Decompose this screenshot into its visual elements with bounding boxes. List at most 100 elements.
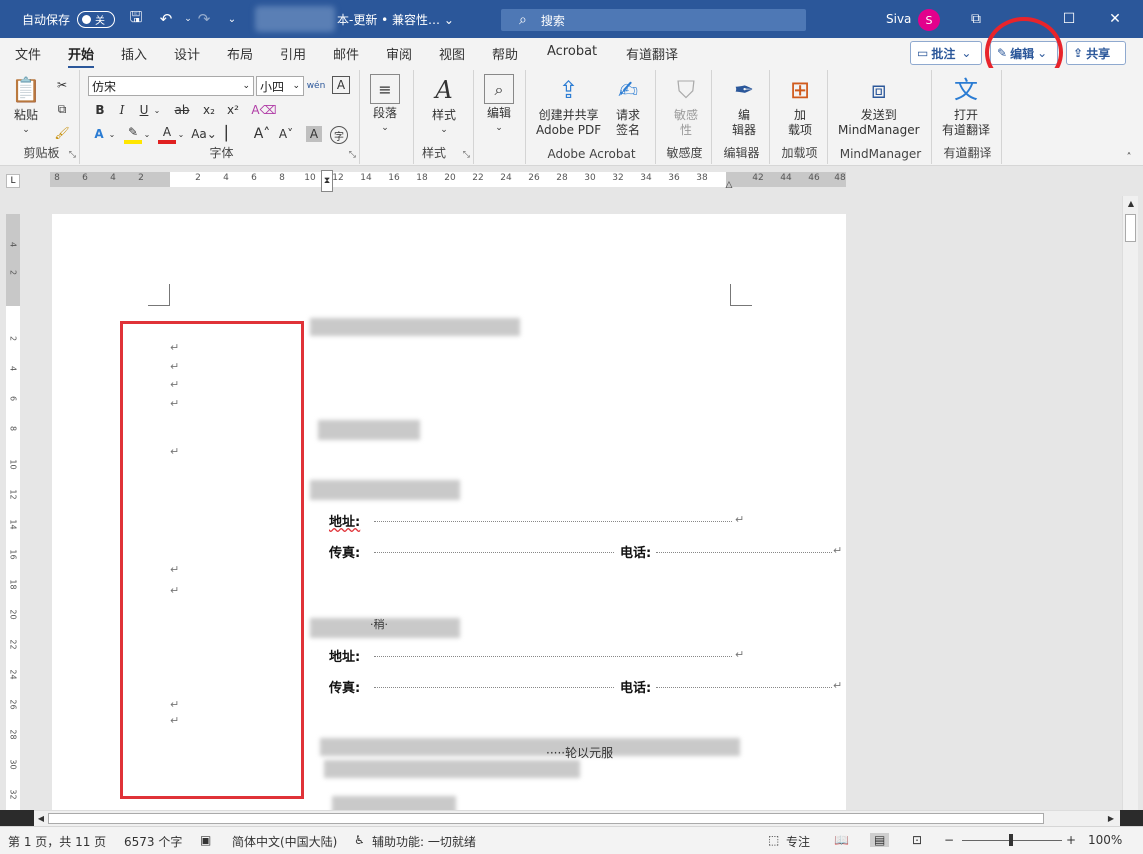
subscript-icon[interactable]: x₂ [200,100,218,120]
zoom-level[interactable]: 100% [1088,833,1122,847]
redo-icon[interactable]: ↷ [192,0,216,38]
tab-home[interactable]: 开始 [68,44,95,69]
language-indicator[interactable]: 简体中文(中国大陆) [232,833,337,850]
cut-icon[interactable]: ✂ [54,76,70,94]
focus-label[interactable]: 专注 [786,833,810,850]
text-effects-icon[interactable]: A [90,124,108,144]
horizontal-scrollbar[interactable]: ◀ ▶ [34,810,1120,826]
font-family-select[interactable]: 仿宋 ⌄ [88,76,254,96]
tab-help[interactable]: 帮助 [492,44,518,63]
horizontal-scroll-thumb[interactable] [48,813,1044,824]
comments-button[interactable]: ▭ 批注 ⌄ [910,41,982,65]
focus-icon[interactable]: ⬚ [768,833,779,847]
right-indent-marker-icon[interactable]: △ [724,180,734,190]
editing-mode-button[interactable]: ✎ 编辑 ⌄ [990,41,1058,65]
tab-mailings[interactable]: 邮件 [333,44,359,63]
zoom-out-icon[interactable]: − [944,833,954,847]
superscript-icon[interactable]: x² [224,100,242,120]
paste-button[interactable]: 📋 粘贴 ⌄ [10,74,42,138]
zoom-slider-knob[interactable] [1009,834,1013,846]
tab-file[interactable]: 文件 [15,44,41,63]
clear-formatting-icon[interactable]: A⌫ [251,100,276,120]
font-size-select[interactable]: 小四 ⌄ [256,76,304,96]
title-bar: 自动保存 关 🖫 ↶ ⌄ ↷ ⌄ 本-更新 • 兼容性… ⌄ ⌕ 搜索 Siva… [0,0,1143,38]
search-box[interactable]: ⌕ 搜索 [501,9,806,31]
ribbon-display-icon[interactable]: ⧉ [953,0,999,38]
enclose-characters-icon[interactable]: 字 [330,126,348,144]
character-border-icon[interactable]: A [332,76,350,94]
scroll-up-icon[interactable]: ▲ [1126,198,1136,208]
search-icon: ⌕ [519,12,527,28]
avatar[interactable]: S [918,9,940,31]
strikethrough-icon[interactable]: ab [172,100,192,120]
save-icon[interactable]: 🖫 [124,0,148,38]
proofing-icon[interactable]: ▣ [200,833,211,847]
vertical-ruler[interactable]: 4 2 2 4 6 8 10 12 14 16 18 20 22 24 26 2… [6,214,20,810]
minimize-icon[interactable]: — [998,0,1044,38]
send-to-mindmanager-button[interactable]: ⧈ 发送到 MindManager [838,74,920,138]
dialog-launcher-icon[interactable]: ⤡ [349,150,356,160]
tab-design[interactable]: 设计 [174,44,200,63]
font-color-icon[interactable]: A [158,124,176,144]
tab-selector-icon[interactable]: L [6,174,20,188]
dialog-launcher-icon[interactable]: ⤡ [69,150,76,160]
editing-button[interactable]: ⌕ 编辑 ⌄ [484,74,514,136]
collapse-ribbon-icon[interactable]: ˄ [1122,150,1136,164]
word-count[interactable]: 6573 个字 [124,833,182,850]
grow-font-icon[interactable]: A˄ [252,124,272,144]
format-painter-icon[interactable]: 🖌 [54,124,70,142]
create-pdf-button[interactable]: ⇪ 创建并共享 Adobe PDF [536,74,601,138]
vertical-scroll-thumb[interactable] [1125,214,1136,242]
undo-icon[interactable]: ↶ [154,0,178,38]
vertical-scrollbar[interactable]: ▲ [1122,196,1138,810]
request-signature-button[interactable]: ✍ 请求 签名 [612,74,644,138]
user-name[interactable]: Siva [886,0,911,38]
chevron-down-icon[interactable]: ⌄ [152,100,162,120]
document-title[interactable]: 本-更新 • 兼容性… ⌄ [337,0,454,38]
styles-button[interactable]: A 样式 ⌄ [428,74,460,138]
editor-button[interactable]: ✒ 编 辑器 [728,74,760,138]
share-button[interactable]: ⇪ 共享 [1066,41,1126,65]
bold-icon[interactable]: B [92,100,108,120]
tab-youdao[interactable]: 有道翻译 [626,44,678,63]
read-mode-icon[interactable]: 📖 [834,833,849,847]
tab-insert[interactable]: 插入 [121,44,147,63]
customize-toolbar-icon[interactable]: ⌄ [220,0,244,38]
scroll-left-icon[interactable]: ◀ [36,813,46,824]
dialog-launcher-icon[interactable]: ⤡ [463,150,470,160]
open-youdao-button[interactable]: 文 打开 有道翻译 [942,74,990,138]
italic-icon[interactable]: I [114,100,130,120]
maximize-icon[interactable]: ☐ [1046,0,1092,38]
tab-layout[interactable]: 布局 [227,44,253,63]
shrink-font-icon[interactable]: A˅ [276,124,296,144]
tab-acrobat[interactable]: Acrobat [547,44,597,59]
change-case-icon[interactable]: Aa⌄ [191,124,217,144]
chevron-down-icon[interactable]: ⌄ [142,124,152,144]
chevron-down-icon[interactable]: ⌄ [107,124,117,144]
autosave-toggle[interactable]: 关 [77,11,115,28]
character-shading-icon[interactable]: A [306,126,322,142]
phonetic-guide-icon[interactable]: wén [306,76,326,96]
tab-references[interactable]: 引用 [280,44,306,63]
indent-marker-icon[interactable]: ⧗ [321,170,333,192]
paragraph-button[interactable]: ≡ 段落 ⌄ [370,74,400,136]
addins-button[interactable]: ⊞ 加 载项 [784,74,816,138]
page-count[interactable]: 第 1 页，共 11 页 [8,833,106,850]
accessibility-status[interactable]: 辅助功能: 一切就绪 [372,833,476,850]
sensitivity-button[interactable]: ⛉ 敏感 性 [670,74,702,138]
copy-icon[interactable]: ⧉ [54,100,70,118]
close-icon[interactable]: ✕ [1092,0,1138,38]
accessibility-icon[interactable]: ♿ [354,833,365,847]
web-layout-icon[interactable]: ⊡ [912,833,922,847]
zoom-in-icon[interactable]: + [1066,833,1076,847]
vruler-tick: 18 [8,579,18,590]
ruler-tick: 12 [332,173,344,183]
underline-icon[interactable]: U [136,100,152,120]
highlight-icon[interactable]: ✎ [124,124,142,144]
phone-label: 电话: [620,681,652,696]
tab-review[interactable]: 审阅 [386,44,412,63]
tab-view[interactable]: 视图 [439,44,465,63]
chevron-down-icon[interactable]: ⌄ [176,124,186,144]
print-layout-icon[interactable]: ▤ [870,833,890,847]
scroll-right-icon[interactable]: ▶ [1106,813,1116,824]
